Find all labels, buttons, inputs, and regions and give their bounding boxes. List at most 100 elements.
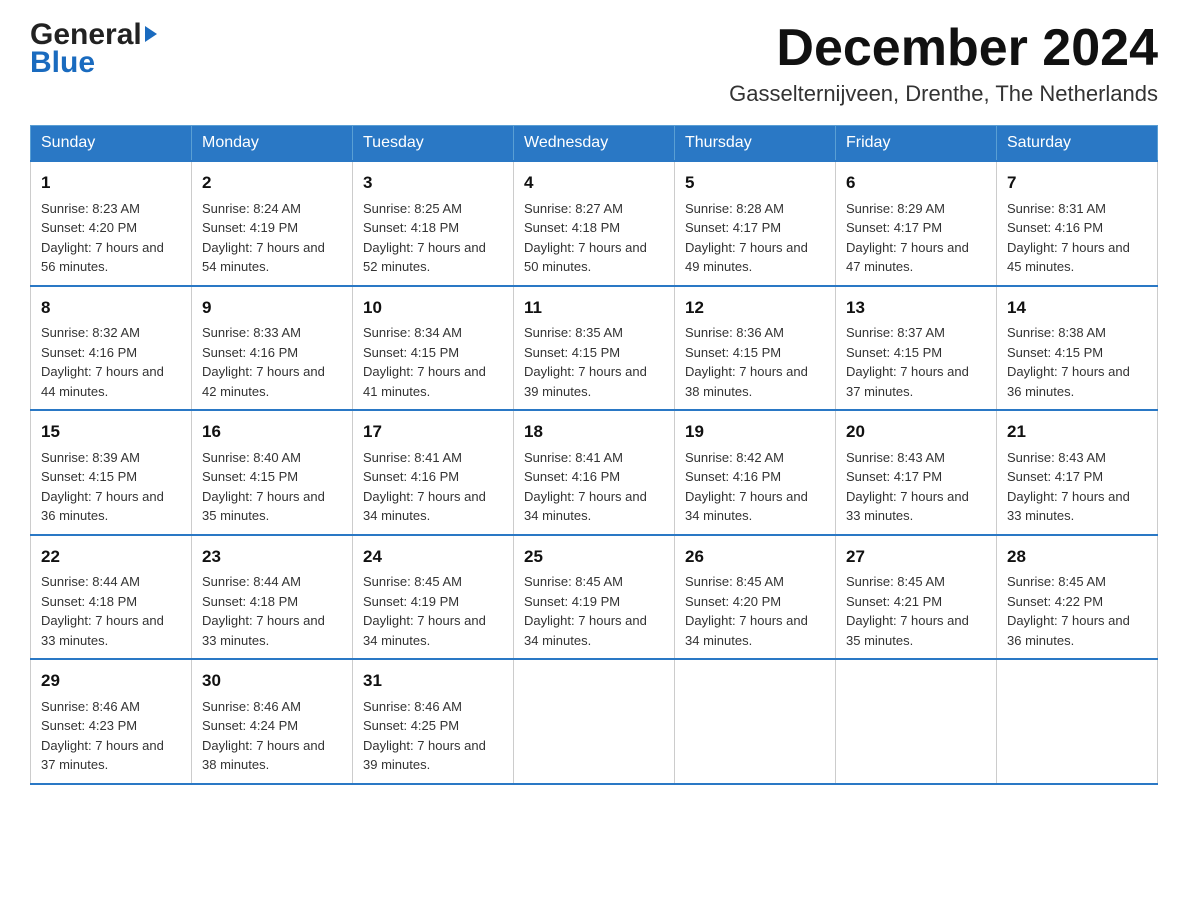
col-sunday: Sunday (31, 126, 192, 162)
day-number: 4 (524, 170, 664, 196)
calendar-cell: 20 Sunrise: 8:43 AMSunset: 4:17 PMDaylig… (836, 410, 997, 535)
day-info: Sunrise: 8:45 AMSunset: 4:20 PMDaylight:… (685, 574, 808, 648)
day-info: Sunrise: 8:34 AMSunset: 4:15 PMDaylight:… (363, 325, 486, 399)
day-number: 11 (524, 295, 664, 321)
calendar-cell (836, 659, 997, 784)
day-info: Sunrise: 8:25 AMSunset: 4:18 PMDaylight:… (363, 201, 486, 275)
col-saturday: Saturday (997, 126, 1158, 162)
day-number: 7 (1007, 170, 1147, 196)
day-info: Sunrise: 8:46 AMSunset: 4:24 PMDaylight:… (202, 699, 325, 773)
day-number: 10 (363, 295, 503, 321)
day-info: Sunrise: 8:45 AMSunset: 4:19 PMDaylight:… (524, 574, 647, 648)
day-number: 26 (685, 544, 825, 570)
day-number: 12 (685, 295, 825, 321)
day-number: 18 (524, 419, 664, 445)
calendar-cell: 13 Sunrise: 8:37 AMSunset: 4:15 PMDaylig… (836, 286, 997, 411)
day-number: 25 (524, 544, 664, 570)
day-info: Sunrise: 8:39 AMSunset: 4:15 PMDaylight:… (41, 450, 164, 524)
day-info: Sunrise: 8:44 AMSunset: 4:18 PMDaylight:… (41, 574, 164, 648)
calendar-cell: 18 Sunrise: 8:41 AMSunset: 4:16 PMDaylig… (514, 410, 675, 535)
day-number: 29 (41, 668, 181, 694)
day-info: Sunrise: 8:41 AMSunset: 4:16 PMDaylight:… (363, 450, 486, 524)
day-info: Sunrise: 8:29 AMSunset: 4:17 PMDaylight:… (846, 201, 969, 275)
day-number: 14 (1007, 295, 1147, 321)
day-number: 21 (1007, 419, 1147, 445)
day-info: Sunrise: 8:43 AMSunset: 4:17 PMDaylight:… (1007, 450, 1130, 524)
day-number: 23 (202, 544, 342, 570)
col-friday: Friday (836, 126, 997, 162)
calendar-cell: 17 Sunrise: 8:41 AMSunset: 4:16 PMDaylig… (353, 410, 514, 535)
calendar-cell: 15 Sunrise: 8:39 AMSunset: 4:15 PMDaylig… (31, 410, 192, 535)
title-block: December 2024 Gasselternijveen, Drenthe,… (729, 20, 1158, 107)
calendar-cell: 26 Sunrise: 8:45 AMSunset: 4:20 PMDaylig… (675, 535, 836, 660)
day-info: Sunrise: 8:32 AMSunset: 4:16 PMDaylight:… (41, 325, 164, 399)
calendar-cell: 12 Sunrise: 8:36 AMSunset: 4:15 PMDaylig… (675, 286, 836, 411)
day-info: Sunrise: 8:27 AMSunset: 4:18 PMDaylight:… (524, 201, 647, 275)
day-info: Sunrise: 8:46 AMSunset: 4:25 PMDaylight:… (363, 699, 486, 773)
calendar-cell: 31 Sunrise: 8:46 AMSunset: 4:25 PMDaylig… (353, 659, 514, 784)
calendar-cell: 29 Sunrise: 8:46 AMSunset: 4:23 PMDaylig… (31, 659, 192, 784)
day-number: 19 (685, 419, 825, 445)
day-info: Sunrise: 8:24 AMSunset: 4:19 PMDaylight:… (202, 201, 325, 275)
day-number: 9 (202, 295, 342, 321)
calendar-cell (997, 659, 1158, 784)
day-number: 3 (363, 170, 503, 196)
calendar-week-row-3: 15 Sunrise: 8:39 AMSunset: 4:15 PMDaylig… (31, 410, 1158, 535)
calendar-week-row-2: 8 Sunrise: 8:32 AMSunset: 4:16 PMDayligh… (31, 286, 1158, 411)
day-number: 28 (1007, 544, 1147, 570)
day-number: 8 (41, 295, 181, 321)
calendar-cell: 5 Sunrise: 8:28 AMSunset: 4:17 PMDayligh… (675, 161, 836, 286)
location-subtitle: Gasselternijveen, Drenthe, The Netherlan… (729, 81, 1158, 107)
day-info: Sunrise: 8:23 AMSunset: 4:20 PMDaylight:… (41, 201, 164, 275)
calendar-cell: 16 Sunrise: 8:40 AMSunset: 4:15 PMDaylig… (192, 410, 353, 535)
calendar-cell: 1 Sunrise: 8:23 AMSunset: 4:20 PMDayligh… (31, 161, 192, 286)
logo-triangle-icon (145, 26, 157, 42)
day-info: Sunrise: 8:28 AMSunset: 4:17 PMDaylight:… (685, 201, 808, 275)
calendar-cell: 21 Sunrise: 8:43 AMSunset: 4:17 PMDaylig… (997, 410, 1158, 535)
day-number: 5 (685, 170, 825, 196)
day-number: 31 (363, 668, 503, 694)
day-info: Sunrise: 8:45 AMSunset: 4:19 PMDaylight:… (363, 574, 486, 648)
calendar-cell: 3 Sunrise: 8:25 AMSunset: 4:18 PMDayligh… (353, 161, 514, 286)
calendar-week-row-4: 22 Sunrise: 8:44 AMSunset: 4:18 PMDaylig… (31, 535, 1158, 660)
calendar-cell: 30 Sunrise: 8:46 AMSunset: 4:24 PMDaylig… (192, 659, 353, 784)
calendar-cell: 28 Sunrise: 8:45 AMSunset: 4:22 PMDaylig… (997, 535, 1158, 660)
calendar-cell: 11 Sunrise: 8:35 AMSunset: 4:15 PMDaylig… (514, 286, 675, 411)
calendar-cell: 4 Sunrise: 8:27 AMSunset: 4:18 PMDayligh… (514, 161, 675, 286)
day-number: 16 (202, 419, 342, 445)
calendar-cell: 9 Sunrise: 8:33 AMSunset: 4:16 PMDayligh… (192, 286, 353, 411)
calendar-cell: 23 Sunrise: 8:44 AMSunset: 4:18 PMDaylig… (192, 535, 353, 660)
day-number: 30 (202, 668, 342, 694)
calendar-cell (514, 659, 675, 784)
day-number: 17 (363, 419, 503, 445)
day-info: Sunrise: 8:41 AMSunset: 4:16 PMDaylight:… (524, 450, 647, 524)
calendar-cell: 14 Sunrise: 8:38 AMSunset: 4:15 PMDaylig… (997, 286, 1158, 411)
day-number: 1 (41, 170, 181, 196)
day-number: 20 (846, 419, 986, 445)
day-info: Sunrise: 8:45 AMSunset: 4:22 PMDaylight:… (1007, 574, 1130, 648)
day-number: 6 (846, 170, 986, 196)
calendar-cell: 10 Sunrise: 8:34 AMSunset: 4:15 PMDaylig… (353, 286, 514, 411)
day-info: Sunrise: 8:42 AMSunset: 4:16 PMDaylight:… (685, 450, 808, 524)
calendar-cell: 2 Sunrise: 8:24 AMSunset: 4:19 PMDayligh… (192, 161, 353, 286)
day-number: 13 (846, 295, 986, 321)
day-number: 27 (846, 544, 986, 570)
day-info: Sunrise: 8:33 AMSunset: 4:16 PMDaylight:… (202, 325, 325, 399)
calendar-cell: 27 Sunrise: 8:45 AMSunset: 4:21 PMDaylig… (836, 535, 997, 660)
day-info: Sunrise: 8:36 AMSunset: 4:15 PMDaylight:… (685, 325, 808, 399)
col-tuesday: Tuesday (353, 126, 514, 162)
day-info: Sunrise: 8:37 AMSunset: 4:15 PMDaylight:… (846, 325, 969, 399)
day-info: Sunrise: 8:44 AMSunset: 4:18 PMDaylight:… (202, 574, 325, 648)
day-info: Sunrise: 8:43 AMSunset: 4:17 PMDaylight:… (846, 450, 969, 524)
calendar-cell: 7 Sunrise: 8:31 AMSunset: 4:16 PMDayligh… (997, 161, 1158, 286)
calendar-week-row-5: 29 Sunrise: 8:46 AMSunset: 4:23 PMDaylig… (31, 659, 1158, 784)
logo-blue: Blue (30, 46, 95, 80)
calendar-table: Sunday Monday Tuesday Wednesday Thursday… (30, 125, 1158, 785)
col-monday: Monday (192, 126, 353, 162)
day-info: Sunrise: 8:45 AMSunset: 4:21 PMDaylight:… (846, 574, 969, 648)
col-thursday: Thursday (675, 126, 836, 162)
calendar-header-row: Sunday Monday Tuesday Wednesday Thursday… (31, 126, 1158, 162)
calendar-week-row-1: 1 Sunrise: 8:23 AMSunset: 4:20 PMDayligh… (31, 161, 1158, 286)
day-info: Sunrise: 8:46 AMSunset: 4:23 PMDaylight:… (41, 699, 164, 773)
day-info: Sunrise: 8:35 AMSunset: 4:15 PMDaylight:… (524, 325, 647, 399)
